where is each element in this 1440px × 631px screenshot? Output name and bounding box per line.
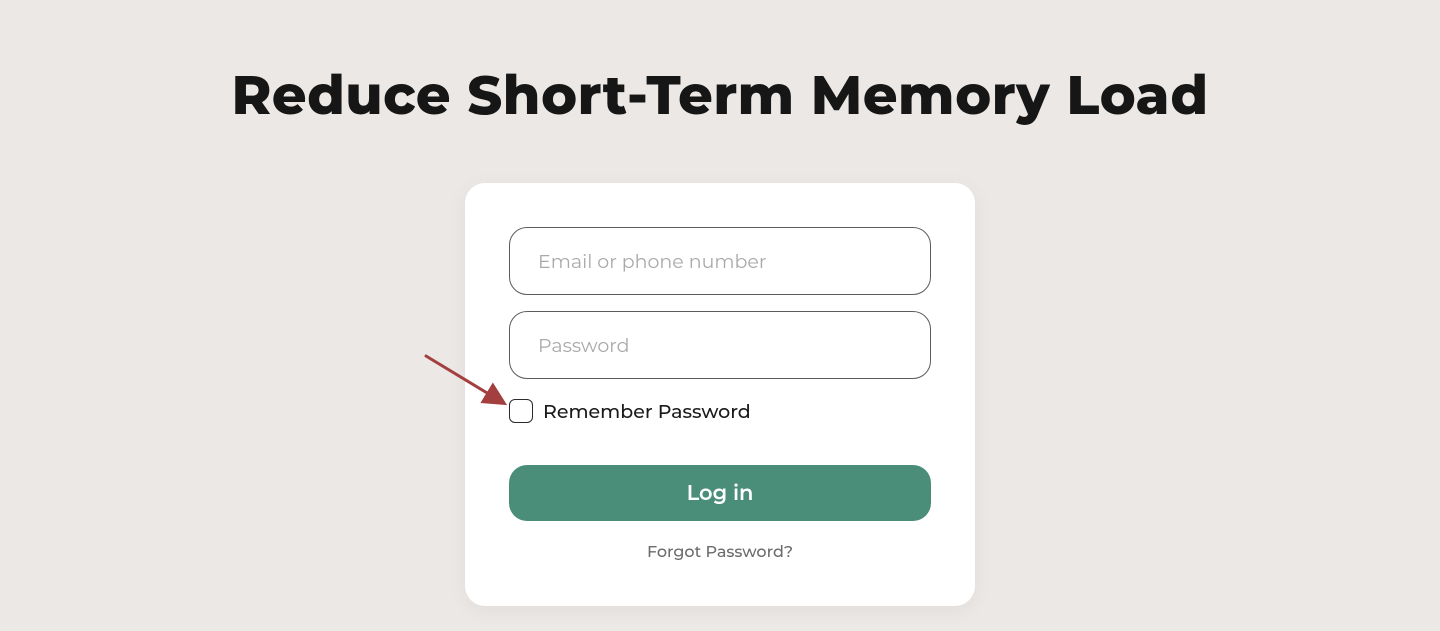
remember-checkbox[interactable] — [509, 399, 533, 423]
remember-label: Remember Password — [543, 400, 751, 423]
login-button[interactable]: Log in — [509, 465, 931, 521]
login-card: Remember Password Log in Forgot Password… — [465, 183, 975, 606]
password-field[interactable] — [509, 311, 931, 379]
forgot-password-link[interactable]: Forgot Password? — [509, 543, 931, 562]
remember-row: Remember Password — [509, 399, 931, 423]
email-field[interactable] — [509, 227, 931, 295]
page-title: Reduce Short-Term Memory Load — [0, 0, 1440, 128]
